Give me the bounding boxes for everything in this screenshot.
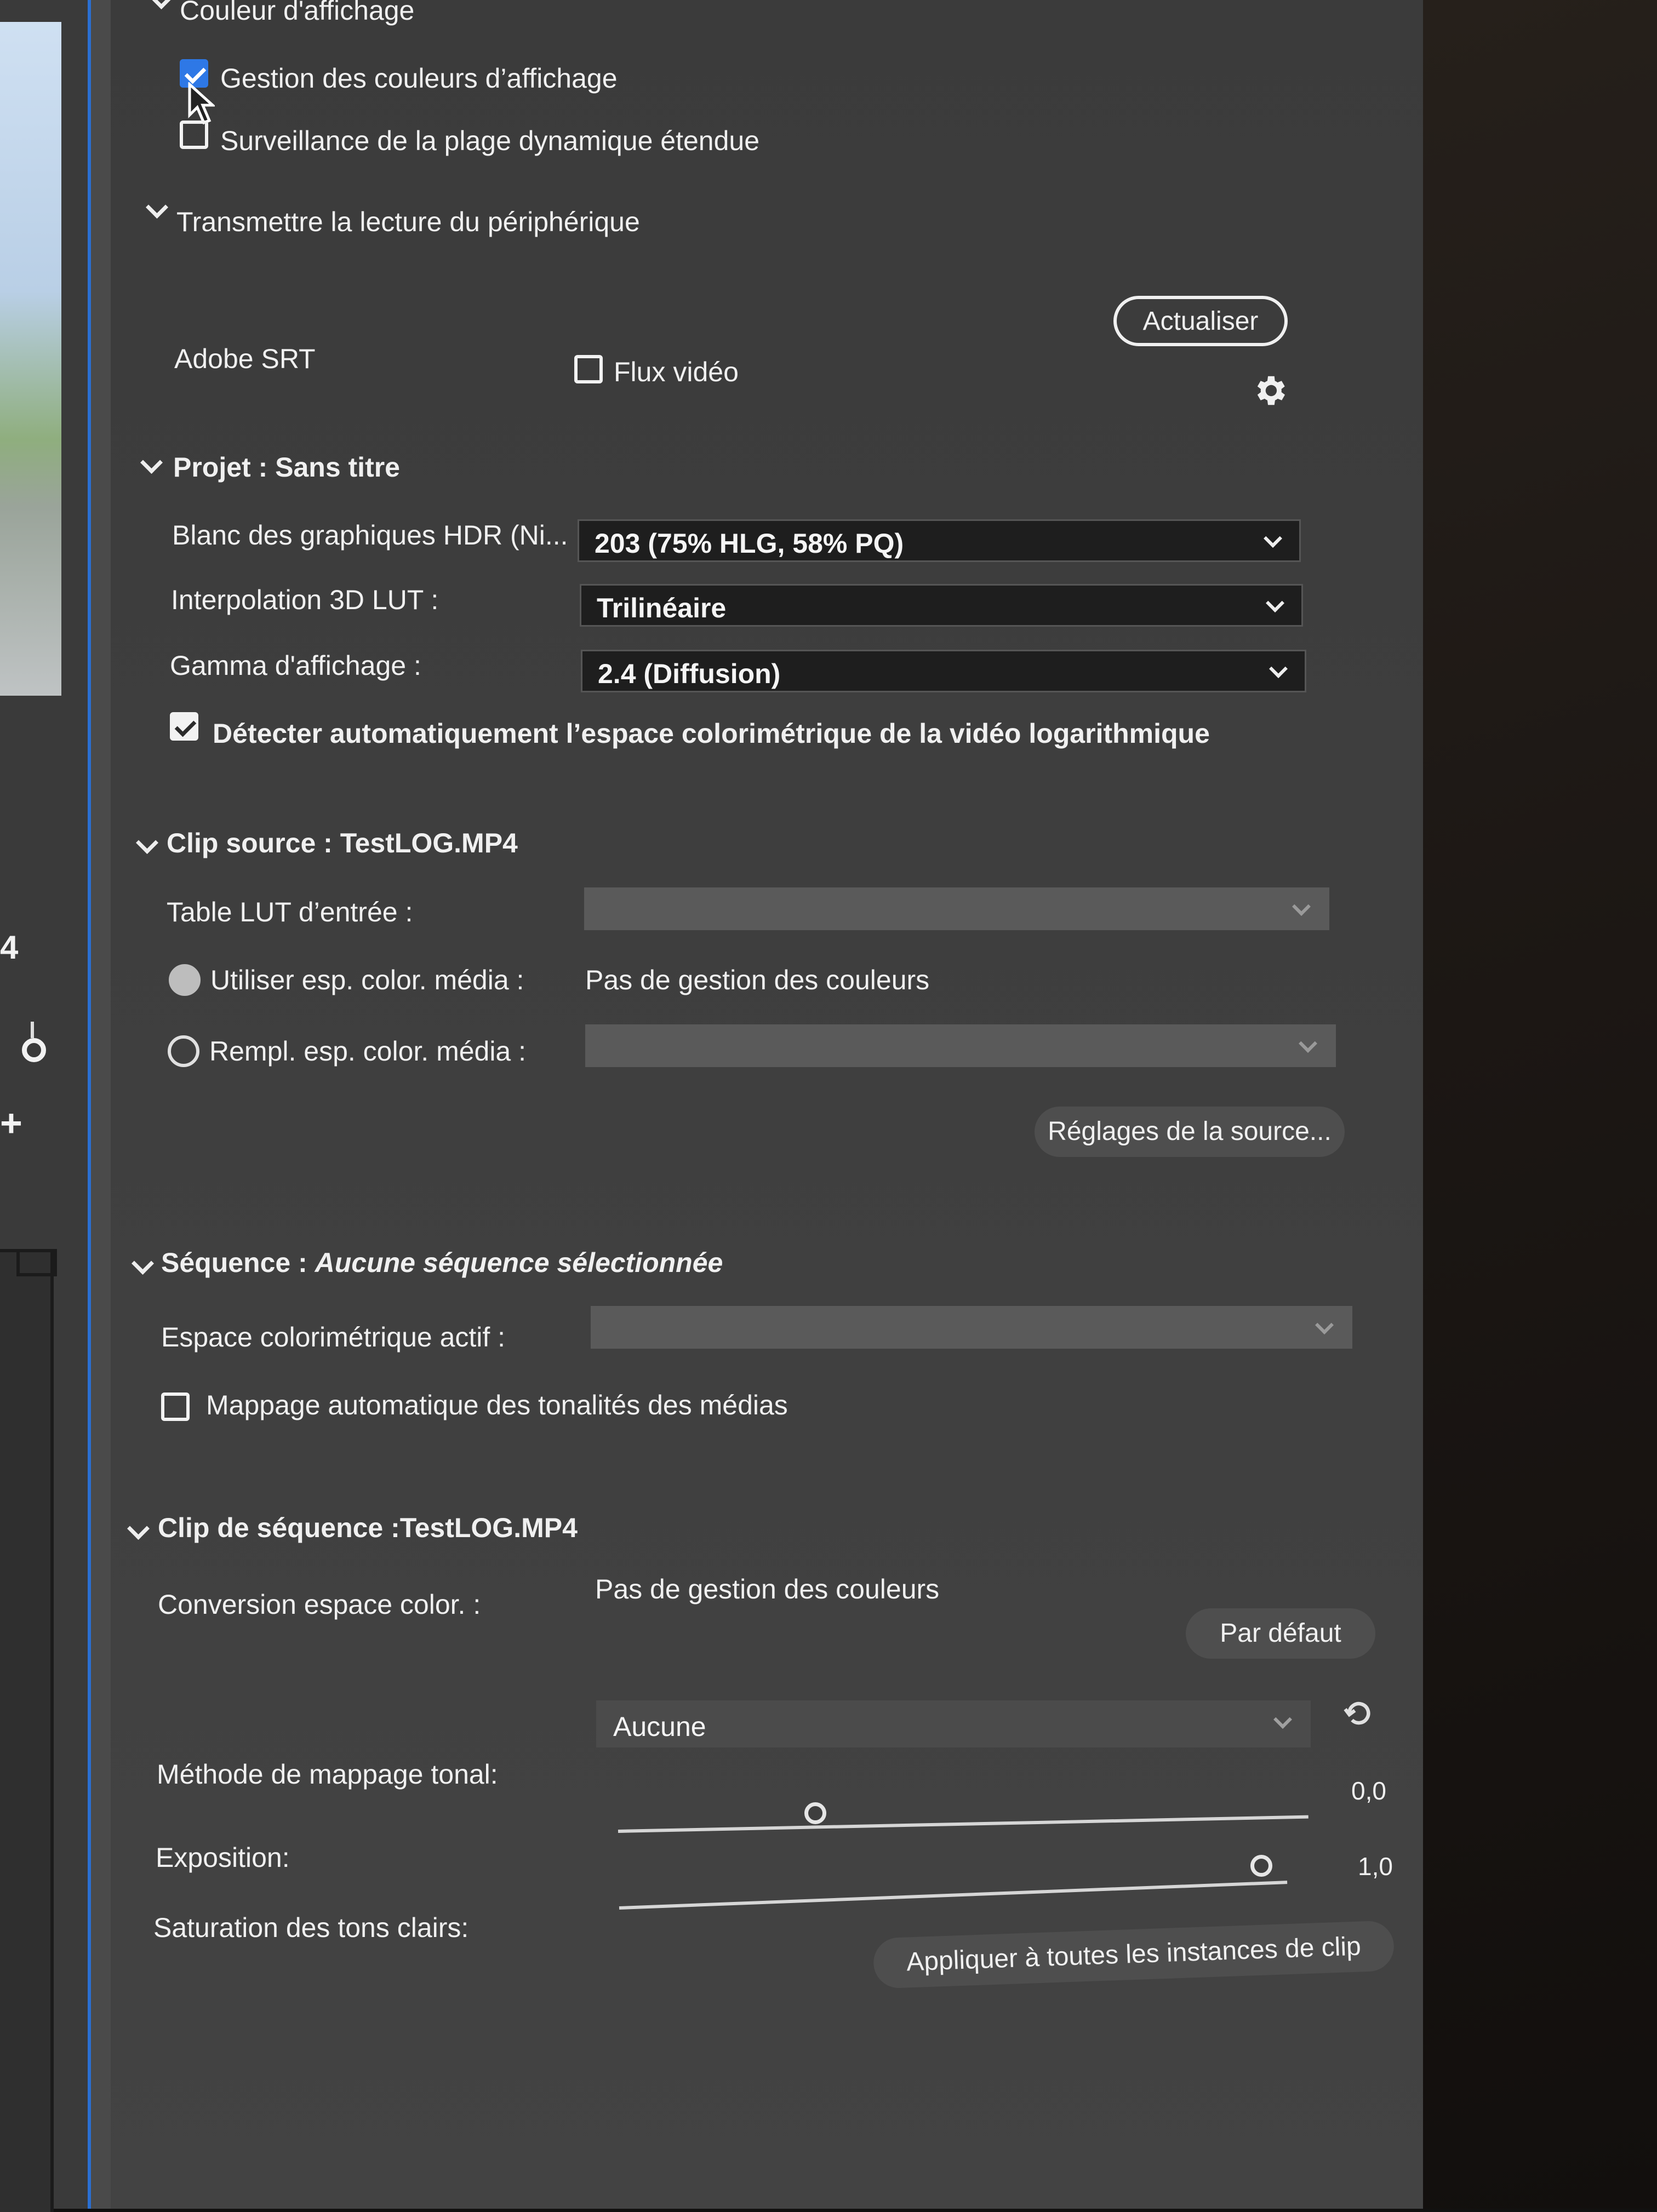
chevron-down-icon	[1269, 660, 1288, 678]
exposure-slider-knob[interactable]	[804, 1802, 826, 1824]
chevron-down-icon	[1266, 594, 1284, 612]
playhead-tick	[31, 1022, 34, 1038]
section-title-project[interactable]: Projet : Sans titre	[173, 454, 400, 481]
adobe-srt-label: Adobe SRT	[174, 343, 316, 374]
hdr-white-label: Blanc des graphiques HDR (Ni...	[172, 520, 568, 551]
chevron-down-icon	[1299, 1034, 1317, 1053]
colorspace-conversion-value: Pas de gestion des couleurs	[595, 1574, 940, 1604]
sequence-title-prefix: Séquence :	[161, 1247, 315, 1278]
reset-icon[interactable]	[1341, 1698, 1376, 1731]
chevron-down-icon	[1273, 1710, 1292, 1729]
lumetri-settings-panel: Couleur d'affichage Gestion des couleurs…	[111, 0, 1423, 2209]
chevron-down-icon	[1264, 529, 1282, 548]
highlight-saturation-slider-track[interactable]	[619, 1881, 1288, 1910]
hdr-white-dropdown[interactable]: 203 (75% HLG, 58% PQ)	[578, 519, 1301, 562]
use-media-colorspace-label: Utiliser esp. color. média :	[210, 965, 524, 995]
section-title-display-color[interactable]: Couleur d'affichage	[180, 0, 414, 24]
mouse-cursor-icon	[188, 82, 215, 125]
source-settings-button[interactable]: Réglages de la source...	[1035, 1107, 1345, 1157]
apply-all-instances-button[interactable]: Appliquer à toutes les instances de clip	[872, 1920, 1395, 1989]
working-colorspace-dropdown[interactable]	[591, 1306, 1352, 1349]
hdr-monitoring-label: Surveillance de la plage dynamique étend…	[220, 125, 760, 156]
lut-interpolation-dropdown[interactable]: Trilinéaire	[580, 584, 1303, 627]
section-title-source-clip[interactable]: Clip source : TestLOG.MP4	[167, 829, 518, 857]
gear-icon[interactable]	[1250, 371, 1289, 410]
default-button[interactable]: Par défaut	[1186, 1608, 1375, 1659]
chevron-down-icon[interactable]	[150, 0, 173, 10]
auto-detect-log-checkbox[interactable]	[170, 712, 198, 741]
override-media-colorspace-radio[interactable]	[168, 1035, 199, 1067]
refresh-button[interactable]: Actualiser	[1113, 296, 1288, 346]
left-panel-number: 4	[0, 929, 19, 966]
panel-divider[interactable]	[88, 0, 111, 2209]
tone-mapping-method-label: Méthode de mappage tonal:	[157, 1759, 498, 1790]
auto-detect-log-label: Détecter automatiquement l’espace colori…	[213, 718, 1210, 749]
chevron-down-icon[interactable]	[145, 196, 169, 219]
section-title-device-playback[interactable]: Transmettre la lecture du périphérique	[176, 208, 640, 236]
tone-mapping-value: Aucune	[613, 1711, 706, 1742]
input-lut-label: Table LUT d’entrée :	[167, 897, 413, 927]
use-media-colorspace-value: Pas de gestion des couleurs	[585, 965, 930, 995]
chevron-down-icon	[1292, 897, 1311, 916]
playhead-icon[interactable]	[22, 1038, 46, 1062]
highlight-saturation-value[interactable]: 1,0	[1358, 1854, 1393, 1879]
display-gamma-dropdown[interactable]: 2.4 (Diffusion)	[581, 650, 1306, 692]
background-area	[1423, 0, 1657, 2209]
section-title-sequence-clip[interactable]: Clip de séquence :TestLOG.MP4	[158, 1514, 578, 1541]
add-icon[interactable]: +	[0, 1104, 22, 1142]
tone-mapping-dropdown[interactable]: Aucune	[596, 1700, 1311, 1747]
working-colorspace-label: Espace colorimétrique actif :	[161, 1322, 506, 1353]
chevron-down-icon[interactable]	[140, 451, 163, 474]
left-frame-tab	[16, 1249, 57, 1276]
check-icon	[174, 715, 197, 737]
section-title-sequence[interactable]: Séquence : Aucune séquence sélectionnée	[161, 1249, 723, 1276]
exposure-slider-track[interactable]	[618, 1815, 1309, 1833]
highlight-saturation-label: Saturation des tons clairs:	[153, 1912, 469, 1943]
lut-interpolation-value: Trilinéaire	[597, 593, 727, 623]
chevron-down-icon	[1315, 1316, 1334, 1334]
override-media-colorspace-label: Rempl. esp. color. média :	[209, 1036, 527, 1067]
chevron-down-icon[interactable]	[127, 1517, 150, 1540]
check-icon	[184, 62, 207, 84]
manage-display-colors-label: Gestion des couleurs d’affichage	[220, 63, 618, 94]
use-media-colorspace-radio[interactable]	[169, 964, 201, 996]
highlight-saturation-slider-knob[interactable]	[1250, 1855, 1272, 1877]
hdr-monitoring-checkbox[interactable]	[180, 121, 208, 149]
left-frame	[0, 1249, 54, 2212]
exposure-value[interactable]: 0,0	[1351, 1778, 1386, 1803]
lut-interpolation-label: Interpolation 3D LUT :	[171, 584, 439, 615]
override-colorspace-dropdown[interactable]	[585, 1024, 1336, 1067]
auto-tone-map-label: Mappage automatique des tonalités des mé…	[206, 1390, 788, 1420]
video-thumbnail	[0, 22, 61, 696]
colorspace-conversion-label: Conversion espace color. :	[158, 1589, 481, 1620]
exposure-label: Exposition:	[156, 1842, 290, 1873]
input-lut-dropdown[interactable]	[584, 887, 1329, 930]
sequence-title-value: Aucune séquence sélectionnée	[315, 1247, 723, 1278]
chevron-down-icon[interactable]	[135, 831, 159, 855]
display-gamma-value: 2.4 (Diffusion)	[598, 658, 781, 689]
chevron-down-icon[interactable]	[131, 1252, 155, 1275]
display-gamma-label: Gamma d'affichage :	[170, 650, 421, 681]
auto-tone-map-checkbox[interactable]	[161, 1392, 190, 1421]
video-stream-checkbox[interactable]	[574, 355, 603, 383]
hdr-white-value: 203 (75% HLG, 58% PQ)	[595, 528, 904, 559]
video-stream-label: Flux vidéo	[614, 357, 739, 387]
